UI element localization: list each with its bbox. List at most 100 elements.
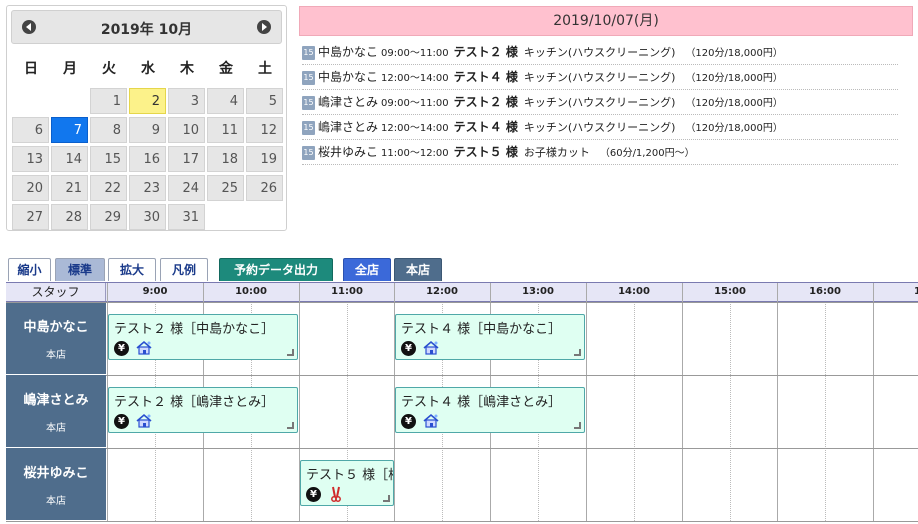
calendar-day[interactable]: 28 [51,204,88,230]
weekday-wed: 水 [141,61,155,77]
staff-cell: 中島かなこ 本店 [6,302,106,375]
calendar-day[interactable]: 9 [129,117,166,143]
row-divider [6,448,918,449]
calendar-day[interactable]: 26 [246,175,283,201]
weekday-tue: 火 [102,61,116,77]
appointment-item[interactable]: 15 嶋津さとみ 09:00～11:00 テスト２ 様キッチン(ハウスクリーニング) （… [302,90,898,115]
house-cleaning-icon [422,339,440,357]
booking-block[interactable]: テスト２ 様［嶋津さとみ］ ¥ [108,387,298,433]
staff-cell: 桜井ゆみこ 本店 [6,448,106,521]
calendar-day[interactable]: 24 [168,175,205,201]
calendar-day[interactable]: 19 [246,146,283,172]
calendar-day[interactable]: 16 [129,146,166,172]
half-hour-gridline [634,302,635,521]
appointment-customer: テスト２ 様 [453,95,518,109]
calendar-day[interactable]: 22 [90,175,127,201]
calendar-day[interactable]: 29 [90,204,127,230]
calendar-day[interactable]: 3 [168,88,205,114]
calendar-day[interactable]: 25 [207,175,244,201]
hour-gridline [586,283,587,521]
date-header: 2019/10/07(月) [299,6,913,36]
appointment-item[interactable]: 15 嶋津さとみ 12:00～14:00 テスト４ 様キッチン(ハウスクリーニング) （… [302,115,898,140]
calendar-day[interactable]: 8 [90,117,127,143]
hour-label: 17 [914,286,918,297]
yen-icon: ¥ [306,487,321,502]
row-divider [6,302,918,303]
calendar-day[interactable]: 2 [129,88,166,114]
calendar-day[interactable]: 13 [12,146,49,172]
calendar-day[interactable]: 7 [51,117,88,143]
yen-icon: ¥ [114,414,129,429]
appointment-item[interactable]: 15 中島かなこ 09:00～11:00 テスト２ 様キッチン(ハウスクリーニング) （… [302,40,898,65]
calendar-15-icon: 15 [302,71,315,85]
main-store-button[interactable]: 本店 [394,258,442,281]
all-stores-button[interactable]: 全店 [343,258,391,281]
booking-label: テスト２ 様［嶋津さとみ］ [114,395,275,410]
row-divider [6,521,918,522]
appointment-price: （120分/18,000円） [685,73,783,84]
calendar-day[interactable]: 12 [246,117,283,143]
row-divider [6,375,918,376]
calendar-day[interactable]: 10 [168,117,205,143]
staff-cell: 嶋津さとみ 本店 [6,375,106,448]
calendar-day[interactable]: 5 [246,88,283,114]
export-reservations-button[interactable]: 予約データ出力 [219,258,333,281]
appointment-price: （120分/18,000円） [685,98,783,109]
booking-label: テスト４ 様［嶋津さとみ］ [401,395,562,410]
booking-block[interactable]: テスト４ 様［嶋津さとみ］ ¥ [395,387,585,433]
resize-handle-icon[interactable] [383,495,390,502]
yen-icon: ¥ [114,341,129,356]
hour-label: 12:00 [426,286,458,297]
legend-button[interactable]: 凡例 [160,258,208,281]
appointment-customer: テスト２ 様 [453,45,518,59]
resize-handle-icon[interactable] [287,422,294,429]
booking-block[interactable]: テスト５ 様［桜井ゆみこ］ ¥ [300,460,394,506]
appointment-item[interactable]: 15 桜井ゆみこ 11:00～12:00 テスト５ 様お子様カット （60分/1,200… [302,140,898,165]
resize-handle-icon[interactable] [287,349,294,356]
appointment-menu: キッチン(ハウスクリーニング) [523,96,676,109]
calendar-day[interactable]: 18 [207,146,244,172]
weekday-thu: 木 [180,61,194,77]
calendar-day[interactable]: 11 [207,117,244,143]
booking-label: テスト４ 様［中島かなこ］ [401,322,562,337]
booking-label: テスト２ 様［中島かなこ］ [114,322,275,337]
booking-label: テスト５ 様［桜井ゆみこ］ [306,468,393,483]
next-month-icon[interactable] [257,20,271,34]
resize-handle-icon[interactable] [574,349,581,356]
appointment-time: 11:00～12:00 [381,148,449,159]
hour-label: 15:00 [714,286,746,297]
appointment-price: （60分/1,200円～） [599,148,695,159]
calendar-day[interactable]: 4 [207,88,244,114]
yen-icon: ¥ [401,341,416,356]
staff-name: 桜井ゆみこ [23,466,89,481]
calendar-day[interactable]: 15 [90,146,127,172]
calendar-day[interactable]: 21 [51,175,88,201]
weekday-mon: 月 [63,61,77,77]
calendar-day[interactable]: 17 [168,146,205,172]
booking-block[interactable]: テスト２ 様［中島かなこ］ ¥ [108,314,298,360]
calendar-day[interactable]: 23 [129,175,166,201]
calendar-day[interactable]: 30 [129,204,166,230]
calendar-day[interactable]: 27 [12,204,49,230]
calendar-day[interactable]: 31 [168,204,205,230]
appointment-item[interactable]: 15 中島かなこ 12:00～14:00 テスト４ 様キッチン(ハウスクリーニング) （… [302,65,898,90]
calendar-day[interactable]: 6 [12,117,49,143]
booking-block[interactable]: テスト４ 様［中島かなこ］ ¥ [395,314,585,360]
hour-label: 11:00 [331,286,363,297]
standard-button[interactable]: 標準 [55,258,105,281]
weekday-sun: 日 [24,61,38,77]
calendar-day[interactable]: 14 [51,146,88,172]
calendar-title: 2019年 10月 [100,22,193,38]
hour-gridline [777,283,778,521]
expand-button[interactable]: 拡大 [108,258,156,281]
scissors-icon [327,485,345,503]
calendar-15-icon: 15 [302,96,315,110]
shrink-button[interactable]: 縮小 [8,258,51,281]
calendar-day[interactable]: 20 [12,175,49,201]
house-cleaning-icon [422,412,440,430]
appointment-time: 09:00～11:00 [381,48,449,59]
resize-handle-icon[interactable] [574,422,581,429]
calendar-day[interactable]: 1 [90,88,127,114]
house-cleaning-icon [135,339,153,357]
yen-icon: ¥ [401,414,416,429]
